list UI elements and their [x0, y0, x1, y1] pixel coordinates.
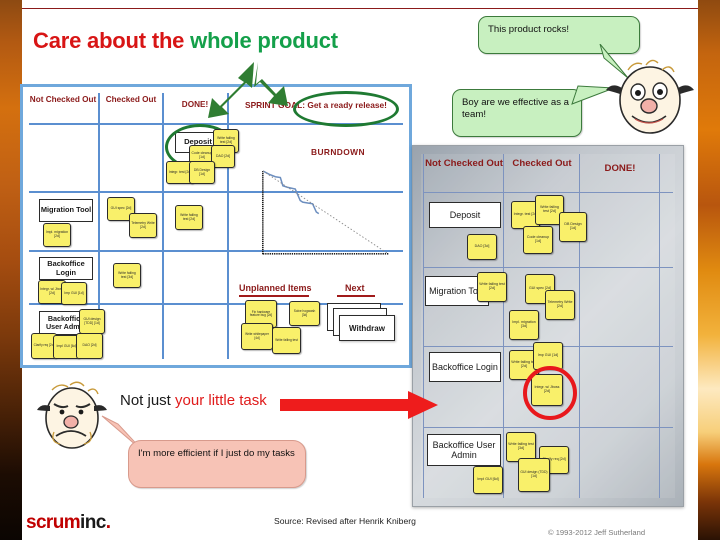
unplanned-items-rule [239, 295, 309, 298]
page-title: Care about the whole product [33, 28, 338, 54]
left-edge-stripe [0, 0, 22, 540]
rb-vline-3 [659, 154, 660, 498]
lb-note: GUI design [TDD] [1d] [79, 309, 105, 334]
copyright-notice: © 1993-2012 Jeff Sutherland [548, 528, 646, 537]
burndown-chart [262, 170, 389, 255]
unplanned-note: Write whitepaper [4d] [241, 323, 273, 350]
tagline-part2: your little task [175, 392, 267, 409]
right-scrum-board: Not Checked Out Checked Out DONE! Deposi… [412, 145, 684, 507]
unplanned-note: Write failing test [272, 327, 301, 354]
unplanned-items-title: Unplanned Items [239, 283, 312, 293]
lb-note: Imp GUI [1d] [61, 282, 87, 305]
unplanned-note: Solve hogwash [3d] [289, 301, 320, 326]
lb-note: Telemetry Write [2d] [129, 213, 157, 238]
logo-part-dot: . [105, 512, 111, 533]
happy-face-cartoon-icon [606, 59, 694, 134]
lb-column-header-checked-out: Checked Out [105, 95, 157, 104]
logo-part-scrum: scrum [26, 512, 81, 533]
rb-note: GUI design (TDD) [1d] [518, 458, 550, 492]
rb-column-header-done: DONE! [604, 163, 636, 174]
tagline: Not just your little task [120, 392, 267, 409]
rb-story-backoffice-user-admin: Backoffice User Admin [427, 434, 501, 466]
top-divider-rule [22, 8, 698, 9]
lb-note: Write failing test [2d] [175, 205, 203, 230]
page-title-part1: Care about the [33, 28, 185, 53]
rb-note: DAO [3d] [467, 234, 497, 260]
lb-story-migration-tool: Migration Tool [39, 199, 93, 222]
rb-column-header-not-checked-out: Not Checked Out [425, 158, 503, 169]
rb-vline-0 [423, 154, 424, 498]
red-arrow-icon [280, 391, 438, 419]
speech-bubble-selfish: I'm more efficient if I just do my tasks [128, 440, 306, 488]
rb-note: Impl GUI [6d] [473, 466, 503, 494]
tagline-part1: Not just [120, 392, 171, 409]
grumpy-face-cartoon-icon [37, 381, 107, 449]
rb-hline-1 [423, 192, 673, 193]
lb-note: Write failing test [3d] [113, 263, 141, 288]
lb-note: DB Design [1d] [189, 161, 215, 184]
rb-note: Telemetry Write [2d] [545, 290, 575, 320]
left-scrum-board: Not Checked Out Checked Out DONE! SPRINT… [20, 84, 412, 368]
rb-story-deposit: Deposit [429, 202, 501, 228]
logo-part-inc: inc [80, 512, 106, 533]
rb-vline-1 [503, 154, 504, 498]
page-title-part2: whole product [190, 28, 338, 53]
rb-hline-2 [423, 267, 673, 268]
rb-note: DB Design [1d] [559, 212, 587, 242]
right-edge-stripe [698, 0, 720, 540]
source-credit: Source: Revised after Henrik Kniberg [274, 516, 416, 526]
lb-note: Impl. migration [2d] [43, 223, 71, 247]
lb-story-backoffice-login: Backoffice Login [39, 257, 93, 280]
sprint-goal-highlight-ellipse [293, 91, 399, 127]
burndown-title: BURNDOWN [311, 147, 365, 157]
speech-bubble-effective-team: Boy are we effective as a team! [452, 89, 582, 137]
rb-column-header-checked-out: Checked Out [512, 158, 572, 169]
rb-note: Impl. migration [3d] [509, 310, 539, 340]
next-title: Next [345, 283, 365, 293]
green-double-arrow-icon [208, 62, 288, 118]
rb-note: Write failing test [2d] [477, 272, 507, 302]
rb-note: Code cleanup [1d] [523, 226, 553, 254]
rb-story-backoffice-login: Backoffice Login [429, 352, 501, 382]
rb-hline-4 [423, 427, 673, 428]
next-card-withdraw: Withdraw [339, 315, 395, 341]
lb-column-header-not-checked-out: Not Checked Out [29, 95, 97, 104]
scruminc-logo: scruminc. [26, 512, 111, 534]
rb-vline-2 [579, 154, 580, 498]
lb-vline-2 [162, 93, 164, 359]
lb-note: DAO [2d] [76, 333, 103, 359]
highlight-red-circle [523, 366, 577, 420]
next-rule [337, 295, 375, 298]
